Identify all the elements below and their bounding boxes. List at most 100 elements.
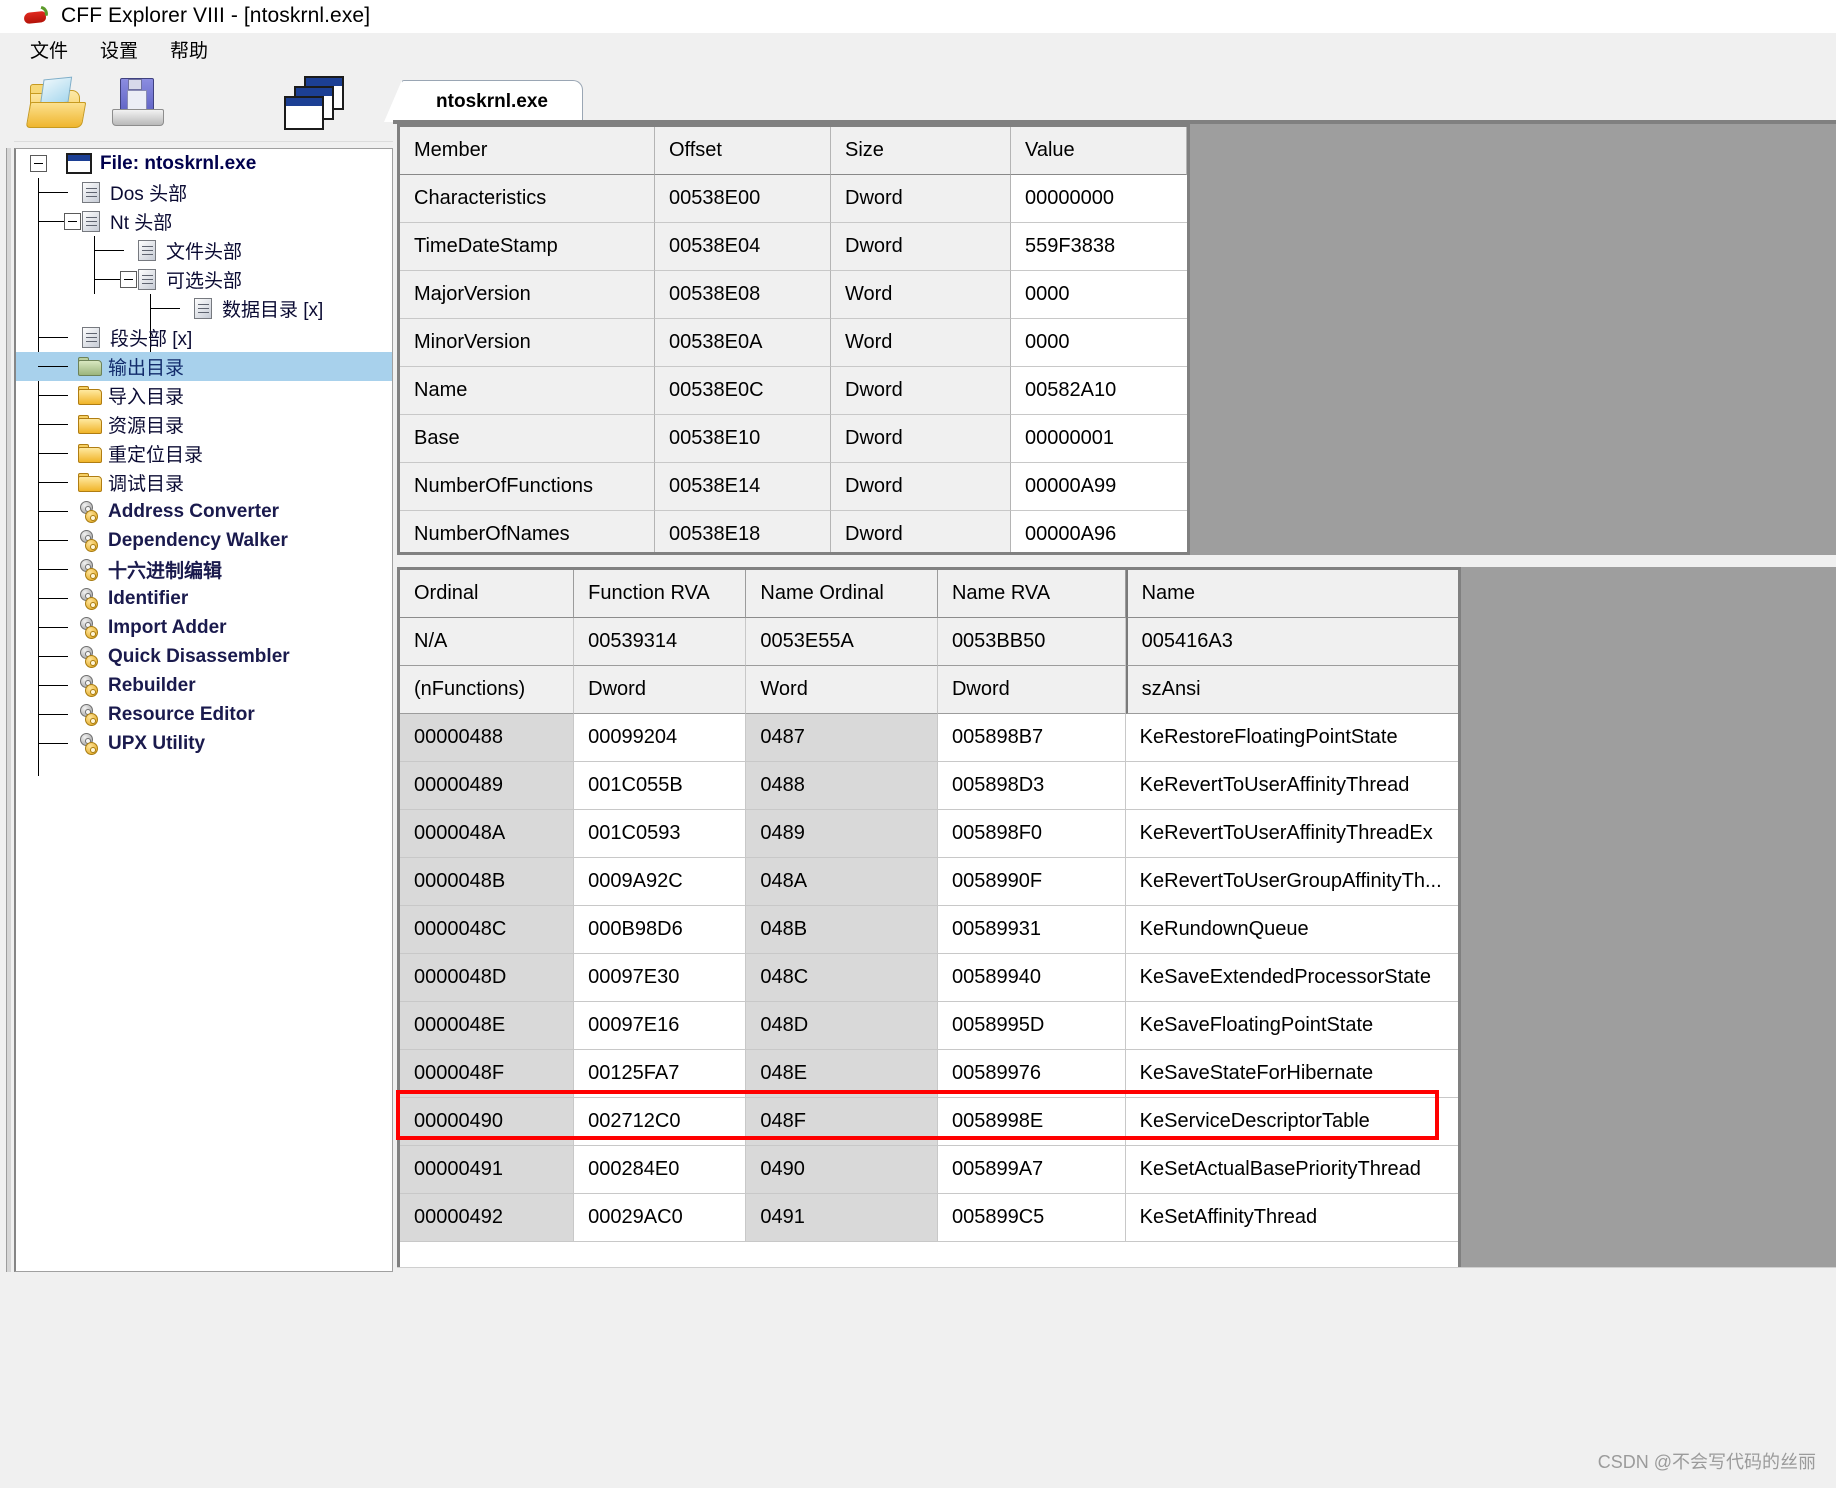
tree-item-dependency-walker[interactable]: Dependency Walker	[16, 526, 392, 555]
menu-item-settings[interactable]: 设置	[90, 34, 148, 65]
table-row[interactable]: NumberOfNames 00538E18 Dword 00000A96	[400, 511, 1187, 552]
tree-item-address-converter[interactable]: Address Converter	[16, 497, 392, 526]
tree-item-label: Dos 头部	[110, 184, 188, 205]
collapse-toggle-nt[interactable]	[64, 213, 81, 230]
table-row[interactable]: 0000048C 000B98D6 048B 00589931 KeRundow…	[400, 906, 1458, 954]
gears-icon	[78, 529, 102, 552]
table-row[interactable]: 00000491 000284E0 0490 005899A7 KeSetAct…	[400, 1146, 1458, 1194]
cell-value[interactable]: 00000A96	[1011, 511, 1187, 552]
tree-item-file-header[interactable]: 文件头部	[16, 236, 392, 265]
cell-ordinal: 0000048D	[400, 954, 575, 1002]
collapse-toggle-root[interactable]	[30, 155, 47, 172]
tree-item-nt-header[interactable]: Nt 头部	[16, 207, 392, 236]
table-row[interactable]: 00000492 00029AC0 0491 005899C5 KeSetAff…	[400, 1194, 1458, 1242]
tree-item-optional-header[interactable]: 可选头部	[16, 265, 392, 294]
table-row[interactable]: MinorVersion 00538E0A Word 0000	[400, 319, 1187, 367]
tree-connector	[38, 540, 68, 541]
column-header-member[interactable]: Member	[400, 127, 655, 175]
cell-ordinal: 00000489	[400, 762, 575, 810]
menu-item-file[interactable]: 文件	[20, 34, 78, 65]
cell-name-ordinal: 048B	[746, 906, 938, 954]
cell-value[interactable]: 00000001	[1011, 415, 1187, 463]
table-row[interactable]: Name 00538E0C Dword 00582A10	[400, 367, 1187, 415]
cell-name: KeRundownQueue	[1125, 906, 1458, 954]
tree-item-label: 导入目录	[108, 387, 185, 408]
tree-item-resource-editor[interactable]: Resource Editor	[16, 700, 392, 729]
tree-item-upx-utility[interactable]: UPX Utility	[16, 729, 392, 758]
table-row[interactable]: 0000048E 00097E16 048D 0058995D KeSaveFl…	[400, 1002, 1458, 1050]
column-header-name-ordinal[interactable]: Name Ordinal	[746, 570, 938, 618]
collapse-toggle-optional[interactable]	[120, 271, 137, 288]
cell-member: MinorVersion	[400, 319, 655, 367]
cell-name-rva: 005899C5	[937, 1194, 1126, 1242]
tree-item-label: 资源目录	[108, 416, 185, 437]
pe-structure-tree[interactable]: File: ntoskrnl.exe Dos 头部 Nt 头部 文件头部 可选头…	[14, 148, 393, 1272]
tree-item-import-directory[interactable]: 导入目录	[16, 381, 392, 410]
open-file-button[interactable]	[25, 76, 87, 132]
cell-offset: 00538E08	[655, 271, 831, 319]
table-row[interactable]: TimeDateStamp 00538E04 Dword 559F3838	[400, 223, 1187, 271]
table-row-highlighted[interactable]: 00000490 002712C0 048F 0058998E KeServic…	[400, 1098, 1458, 1146]
folder-green-icon	[78, 357, 102, 376]
table-row[interactable]: 00000488 00099204 0487 005898B7 KeRestor…	[400, 714, 1458, 762]
meta-cell-name-ordinal-type: Word	[746, 666, 938, 714]
column-header-offset[interactable]: Offset	[655, 127, 831, 175]
tab-strip: ntoskrnl.exe	[384, 80, 1836, 122]
tree-item-debug-directory[interactable]: 调试目录	[16, 468, 392, 497]
cell-offset: 00538E0A	[655, 319, 831, 367]
cell-value[interactable]: 00000000	[1011, 175, 1187, 223]
tree-item-rebuilder[interactable]: Rebuilder	[16, 671, 392, 700]
column-header-ordinal[interactable]: Ordinal	[400, 570, 575, 618]
tree-item-data-directories[interactable]: 数据目录 [x]	[16, 294, 392, 323]
cell-value[interactable]: 0000	[1011, 271, 1187, 319]
cell-value[interactable]: 00000A99	[1011, 463, 1187, 511]
tree-connector	[94, 250, 124, 251]
cell-function-rva: 000B98D6	[574, 906, 747, 954]
tab-ntoskrnl-exe[interactable]: ntoskrnl.exe	[384, 80, 583, 122]
column-header-name-rva[interactable]: Name RVA	[937, 570, 1126, 618]
cell-ordinal: 0000048F	[400, 1050, 575, 1098]
cascade-windows-button[interactable]	[284, 76, 348, 132]
tree-item-section-headers[interactable]: 段头部 [x]	[16, 323, 392, 352]
folder-icon	[78, 473, 102, 492]
chili-pepper-icon	[23, 5, 51, 26]
column-header-function-rva[interactable]: Function RVA	[574, 570, 747, 618]
tree-item-identifier[interactable]: Identifier	[16, 584, 392, 613]
tree-item-export-directory[interactable]: 输出目录	[16, 352, 392, 381]
table-row[interactable]: 0000048A 001C0593 0489 005898F0 KeRevert…	[400, 810, 1458, 858]
cell-size: Dword	[831, 511, 1011, 552]
tree-item-dos-header[interactable]: Dos 头部	[16, 178, 392, 207]
table-row[interactable]: 00000489 001C055B 0488 005898D3 KeRevert…	[400, 762, 1458, 810]
export-functions-table[interactable]: Ordinal Function RVA Name Ordinal Name R…	[397, 567, 1461, 1267]
tree-item-hex-editor[interactable]: 十六进制编辑	[16, 555, 392, 584]
table-row[interactable]: MajorVersion 00538E08 Word 0000	[400, 271, 1187, 319]
tree-connector	[38, 569, 68, 570]
table-row[interactable]: 0000048D 00097E30 048C 00589940 KeSaveEx…	[400, 954, 1458, 1002]
tree-item-quick-disassembler[interactable]: Quick Disassembler	[16, 642, 392, 671]
cell-name-rva: 005898B7	[937, 714, 1126, 762]
table-row[interactable]: NumberOfFunctions 00538E14 Dword 00000A9…	[400, 463, 1187, 511]
cell-offset: 00538E00	[655, 175, 831, 223]
table-row[interactable]: Base 00538E10 Dword 00000001	[400, 415, 1187, 463]
table-row[interactable]: 0000048B 0009A92C 048A 0058990F KeRevert…	[400, 858, 1458, 906]
save-file-button[interactable]	[110, 76, 168, 132]
tree-item-relocation-directory[interactable]: 重定位目录	[16, 439, 392, 468]
cell-value[interactable]: 00582A10	[1011, 367, 1187, 415]
cell-ordinal: 0000048A	[400, 810, 575, 858]
menu-item-help[interactable]: 帮助	[160, 34, 218, 65]
tree-root-row[interactable]: File: ntoskrnl.exe	[16, 149, 392, 178]
cell-value[interactable]: 0000	[1011, 319, 1187, 367]
tree-item-label: Dependency Walker	[108, 529, 288, 551]
column-header-name[interactable]: Name	[1125, 570, 1458, 618]
cell-name: KeSaveFloatingPointState	[1125, 1002, 1458, 1050]
table-row[interactable]: 0000048F 00125FA7 048E 00589976 KeSaveSt…	[400, 1050, 1458, 1098]
export-directory-table[interactable]: Member Offset Size Value Characteristics…	[397, 124, 1190, 555]
tree-connector	[38, 627, 68, 628]
cell-value[interactable]: 559F3838	[1011, 223, 1187, 271]
cell-function-rva: 00125FA7	[574, 1050, 747, 1098]
tree-item-resource-directory[interactable]: 资源目录	[16, 410, 392, 439]
table-row[interactable]: Characteristics 00538E00 Dword 00000000	[400, 175, 1187, 223]
column-header-size[interactable]: Size	[831, 127, 1011, 175]
tree-item-import-adder[interactable]: Import Adder	[16, 613, 392, 642]
column-header-value[interactable]: Value	[1011, 127, 1187, 175]
